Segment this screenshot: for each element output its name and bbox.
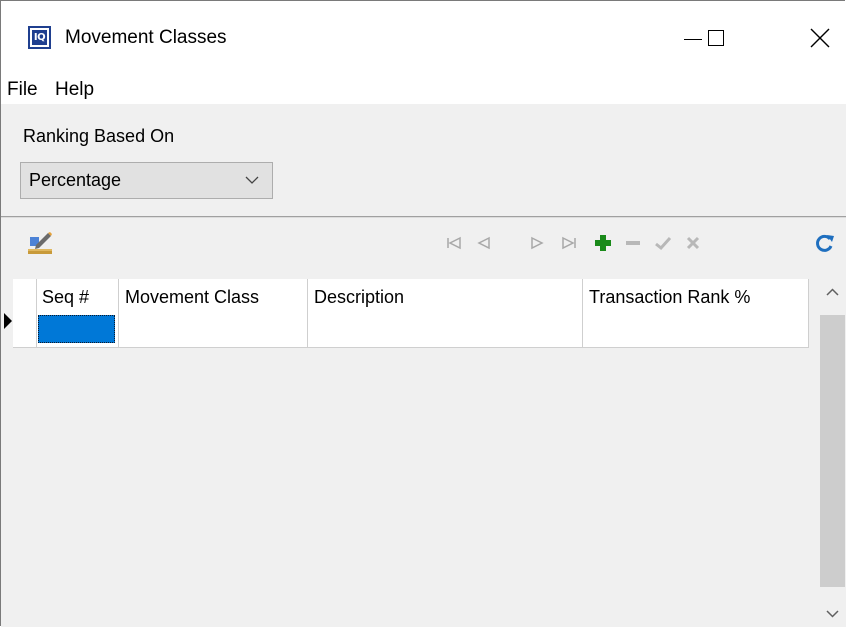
navigator-toolbar [1, 218, 846, 269]
column-description[interactable]: Description [308, 279, 583, 347]
app-icon-text: IQ [32, 30, 47, 45]
close-icon [810, 28, 830, 48]
movement-classes-grid[interactable]: Seq # Movement Class Description Transac… [13, 279, 809, 348]
first-record-icon[interactable] [442, 231, 466, 255]
post-record-icon[interactable] [651, 231, 675, 255]
menu-bar: File Help [1, 74, 846, 104]
ranking-label: Ranking Based On [23, 126, 175, 146]
prev-record-icon[interactable] [472, 231, 496, 255]
scrollbar-thumb[interactable] [820, 315, 845, 587]
add-record-icon[interactable] [591, 231, 615, 255]
last-record-icon[interactable] [557, 231, 581, 255]
chevron-down-icon [245, 176, 259, 184]
refresh-icon[interactable] [813, 231, 837, 255]
column-header-movement-class: Movement Class [125, 287, 260, 307]
scroll-up-icon[interactable] [819, 279, 846, 306]
title-bar[interactable]: IQ Movement Classes [1, 1, 846, 74]
grid-row-divider [13, 347, 809, 348]
vertical-scrollbar[interactable] [819, 279, 846, 627]
column-transaction-rank[interactable]: Transaction Rank % [583, 279, 809, 347]
selected-cell-seq[interactable] [38, 315, 115, 343]
column-header-transaction-rank: Transaction Rank % [589, 287, 751, 307]
ranking-combo[interactable]: Percentage [20, 162, 273, 199]
next-record-icon[interactable] [525, 231, 549, 255]
cancel-record-icon[interactable] [681, 231, 705, 255]
app-icon: IQ [28, 26, 51, 49]
menu-help[interactable]: Help [55, 79, 94, 101]
row-indicator-column [13, 279, 37, 347]
movement-classes-window: IQ Movement Classes File Help Ranking Ba… [0, 0, 846, 627]
column-header-description: Description [314, 287, 405, 307]
ranking-combo-value: Percentage [29, 170, 122, 190]
window-title: Movement Classes [65, 27, 227, 48]
maximize-icon [708, 30, 724, 46]
edit-grid-icon[interactable] [26, 229, 54, 257]
delete-record-icon[interactable] [621, 231, 645, 255]
menu-file[interactable]: File [7, 79, 38, 101]
grid-area: Seq # Movement Class Description Transac… [1, 269, 846, 627]
close-button[interactable] [779, 15, 839, 61]
column-movement-class[interactable]: Movement Class [119, 279, 308, 347]
column-header-seq: Seq # [42, 287, 90, 307]
scroll-down-icon[interactable] [819, 600, 846, 627]
current-row-indicator-icon [4, 313, 12, 329]
ranking-panel: Ranking Based On Percentage [1, 104, 846, 216]
maximize-button[interactable] [689, 15, 749, 61]
